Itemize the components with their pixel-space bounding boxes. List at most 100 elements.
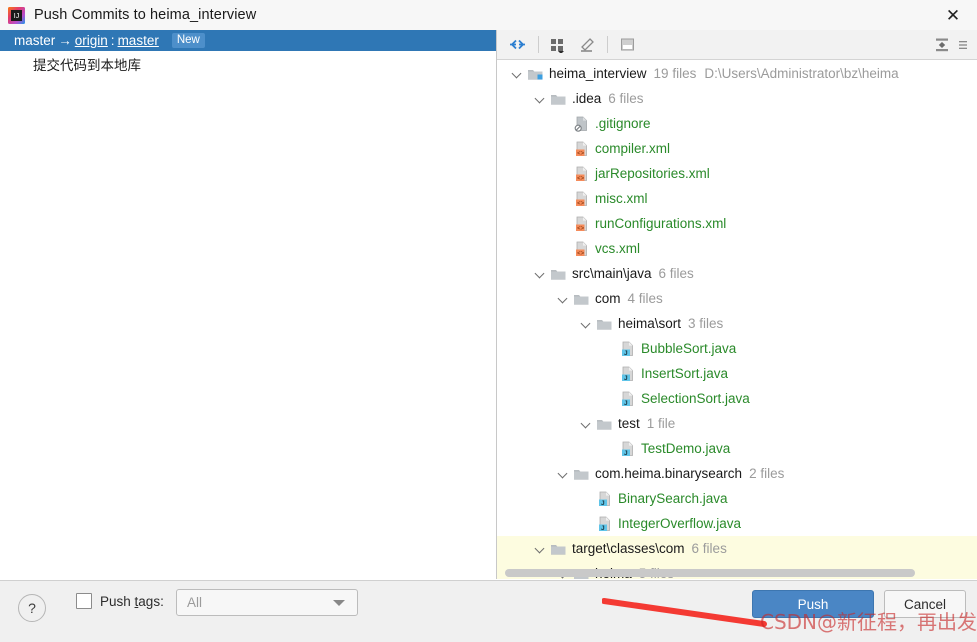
branch-row-selected[interactable]: master → origin : master New [0, 30, 496, 51]
tree-row[interactable]: J BinarySearch.java [497, 486, 977, 511]
edit-pencil-icon[interactable] [573, 33, 599, 57]
tree-project-path: D:\Users\Administrator\bz\heima [704, 66, 899, 81]
push-tags-checkbox[interactable] [76, 593, 92, 609]
tree-row[interactable]: J TestDemo.java [497, 436, 977, 461]
tree-row[interactable]: test 1 file [497, 411, 977, 436]
tree-file-name: vcs.xml [595, 241, 640, 256]
expand-collapse-all-icon[interactable] [929, 33, 955, 57]
xml-file-icon: <> [573, 216, 590, 232]
collapse-arrows-icon[interactable] [504, 33, 530, 57]
folder-icon [573, 466, 590, 482]
tree-row[interactable]: .gitignore [497, 111, 977, 136]
tree-row[interactable]: heima\sort 3 files [497, 311, 977, 336]
chevron-down-icon[interactable] [557, 292, 570, 305]
svg-text:J: J [624, 350, 628, 357]
xml-file-icon: <> [573, 191, 590, 207]
help-icon[interactable]: ? [18, 594, 46, 622]
tree-folder-name: heima\sort [618, 316, 682, 331]
tree-row[interactable]: src\main\java 6 files [497, 261, 977, 286]
preview-pane-icon[interactable] [614, 33, 640, 57]
svg-text:J: J [601, 525, 605, 532]
group-by-icon[interactable] [545, 33, 571, 57]
tree-row[interactable]: target\classes\com 6 files [497, 536, 977, 561]
java-file-icon: J [619, 391, 636, 407]
tree-file-count: 6 files [691, 541, 727, 556]
tree-row[interactable]: <> misc.xml [497, 186, 977, 211]
remote-branch-link[interactable]: master [118, 33, 159, 48]
chevron-down-icon[interactable] [511, 67, 524, 80]
status-badge: New [171, 32, 205, 49]
window-titlebar: IJ Push Commits to heima_interview ✕ [0, 0, 977, 30]
tree-file-count: 19 files [653, 66, 697, 81]
chevron-down-icon [333, 599, 345, 606]
remote-name-link[interactable]: origin [75, 33, 108, 48]
overflow-menu-icon[interactable] [957, 33, 969, 57]
tree-row[interactable]: <> jarRepositories.xml [497, 161, 977, 186]
tree-file-name: InsertSort.java [641, 366, 729, 381]
folder-icon [550, 541, 567, 557]
changed-files-panel: heima_interview 19 files D:\Users\Administ… [497, 30, 977, 579]
push-tags-selected-value: All [187, 595, 203, 610]
tree-horizontal-scrollbar[interactable] [505, 569, 915, 577]
chevron-down-icon[interactable] [580, 317, 593, 330]
svg-text:<>: <> [577, 151, 585, 157]
tree-file-name: jarRepositories.xml [595, 166, 710, 181]
chevron-down-icon[interactable] [534, 542, 547, 555]
svg-text:J: J [601, 500, 605, 507]
chevron-down-icon[interactable] [557, 467, 570, 480]
tree-row[interactable]: com 4 files [497, 286, 977, 311]
module-folder-icon [527, 66, 544, 82]
tree-file-name: IntegerOverflow.java [618, 516, 742, 531]
tree-file-name: BubbleSort.java [641, 341, 737, 356]
tree-row[interactable]: com.heima.binarysearch 2 files [497, 461, 977, 486]
toolbar-divider-2 [607, 36, 608, 53]
toolbar-divider-1 [538, 36, 539, 53]
commit-message[interactable]: 提交代码到本地库 [0, 51, 496, 74]
changed-files-tree[interactable]: heima_interview 19 files D:\Users\Administ… [497, 61, 977, 579]
xml-file-icon: <> [573, 141, 590, 157]
svg-text:IJ: IJ [14, 13, 19, 20]
push-tags-label: Push tags: [100, 593, 164, 609]
push-button[interactable]: Push [752, 590, 874, 618]
push-tags-group: Push tags: [76, 593, 164, 609]
tree-row[interactable]: J InsertSort.java [497, 361, 977, 386]
svg-text:<>: <> [577, 201, 585, 207]
dialog-footer: ? Push tags: All Push Cancel [0, 580, 977, 642]
xml-file-icon: <> [573, 241, 590, 257]
tree-row[interactable]: <> runConfigurations.xml [497, 211, 977, 236]
tree-file-name: compiler.xml [595, 141, 671, 156]
svg-text:<>: <> [577, 226, 585, 232]
tree-row[interactable]: J SelectionSort.java [497, 386, 977, 411]
tree-folder-name: target\classes\com [572, 541, 685, 556]
tree-row[interactable]: J IntegerOverflow.java [497, 511, 977, 536]
push-tags-select[interactable]: All [176, 589, 358, 616]
chevron-down-icon[interactable] [534, 267, 547, 280]
java-file-icon: J [619, 341, 636, 357]
chevron-down-icon[interactable] [534, 92, 547, 105]
tree-file-count: 2 files [749, 466, 785, 481]
tree-row[interactable]: <> compiler.xml [497, 136, 977, 161]
folder-icon [596, 316, 613, 332]
tree-folder-name: com.heima.binarysearch [595, 466, 743, 481]
tree-row[interactable]: heima_interview 19 files D:\Users\Administ… [497, 61, 977, 86]
close-icon[interactable]: ✕ [935, 0, 971, 30]
page-title: Push Commits to heima_interview [34, 7, 257, 23]
cancel-button[interactable]: Cancel [884, 590, 966, 618]
tree-row[interactable]: <> vcs.xml [497, 236, 977, 261]
tree-row[interactable]: J BubbleSort.java [497, 336, 977, 361]
chevron-down-icon[interactable] [580, 417, 593, 430]
folder-icon [573, 291, 590, 307]
tree-file-name: misc.xml [595, 191, 648, 206]
tree-file-count: 6 files [608, 91, 644, 106]
folder-icon [596, 416, 613, 432]
svg-text:J: J [624, 450, 628, 457]
tree-row[interactable]: .idea 6 files [497, 86, 977, 111]
tree-folder-name: com [595, 291, 621, 306]
